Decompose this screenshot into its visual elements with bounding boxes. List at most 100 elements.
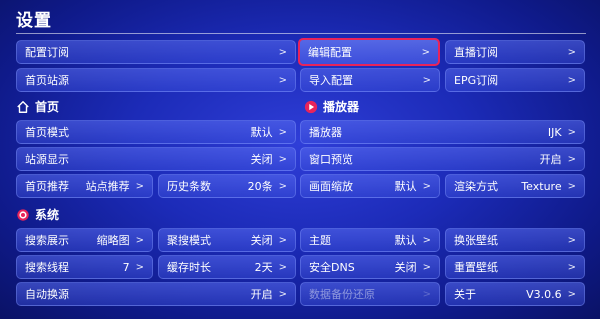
aggregate-search-value: 关闭 xyxy=(250,234,273,247)
search-display-value: 缩略图 xyxy=(96,234,130,247)
chevron-right-icon: > xyxy=(567,288,576,300)
chevron-right-icon: > xyxy=(278,46,287,58)
chevron-right-icon: > xyxy=(278,288,287,300)
reset-wallpaper-button[interactable]: 重置壁纸 > xyxy=(445,255,585,279)
live-sub-button[interactable]: 直播订阅 > xyxy=(445,40,585,64)
chevron-right-icon: > xyxy=(422,261,431,273)
chevron-right-icon: > xyxy=(567,261,576,273)
backup-restore-label: 数据备份还原 xyxy=(309,288,375,301)
safe-dns-label: 安全DNS xyxy=(309,261,355,274)
window-preview-label: 窗口预览 xyxy=(309,153,353,166)
chevron-right-icon: > xyxy=(135,234,144,246)
home-mode-label: 首页模式 xyxy=(25,126,69,139)
player-type-value: IJK xyxy=(547,125,562,139)
home-site-label: 首页站源 xyxy=(25,74,69,87)
history-count-label: 历史条数 xyxy=(167,180,211,193)
home-recommend-button[interactable]: 首页推荐 站点推荐 > xyxy=(16,174,153,198)
window-preview-button[interactable]: 窗口预览 开启 > xyxy=(300,147,585,171)
epg-sub-button[interactable]: EPG订阅 > xyxy=(445,68,585,92)
home-mode-value: 默认 xyxy=(250,126,273,139)
chevron-right-icon: > xyxy=(421,46,430,58)
home-site-button[interactable]: 首页站源 > xyxy=(16,68,296,92)
system-section-header: 系统 xyxy=(16,206,59,223)
cache-duration-value: 2天 xyxy=(254,261,273,274)
auto-switch-source-value: 开启 xyxy=(250,288,273,301)
player-section-header: 播放器 xyxy=(304,98,359,115)
about-label: 关于 xyxy=(454,288,476,301)
chevron-right-icon: > xyxy=(278,234,287,246)
about-button[interactable]: 关于 V3.0.6 > xyxy=(445,282,585,306)
page-title: 设置 xyxy=(16,11,52,31)
chevron-right-icon: > xyxy=(278,180,287,192)
player-type-button[interactable]: 播放器 IJK > xyxy=(300,120,585,144)
player-type-label: 播放器 xyxy=(309,126,342,139)
search-display-label: 搜索展示 xyxy=(25,234,69,247)
theme-value: 默认 xyxy=(394,234,417,247)
edit-config-label: 编辑配置 xyxy=(308,46,352,59)
app-version: V3.0.6 xyxy=(526,287,562,301)
chevron-right-icon: > xyxy=(567,153,576,165)
home-recommend-label: 首页推荐 xyxy=(25,180,69,193)
search-threads-label: 搜索线程 xyxy=(25,261,69,274)
config-sub-button[interactable]: 配置订阅 > xyxy=(16,40,296,64)
chevron-right-icon: > xyxy=(422,74,431,86)
picture-scale-label: 画面缩放 xyxy=(309,180,353,193)
theme-button[interactable]: 主题 默认 > xyxy=(300,228,440,252)
aggregate-search-button[interactable]: 聚搜模式 关闭 > xyxy=(158,228,296,252)
chevron-right-icon: > xyxy=(278,153,287,165)
chevron-right-icon: > xyxy=(567,126,576,138)
chevron-right-icon: > xyxy=(278,261,287,273)
home-recommend-value: 站点推荐 xyxy=(85,180,130,193)
play-icon xyxy=(304,100,318,113)
safe-dns-value: 关闭 xyxy=(394,261,417,274)
chevron-right-icon: > xyxy=(422,234,431,246)
import-config-button[interactable]: 导入配置 > xyxy=(300,68,440,92)
theme-label: 主题 xyxy=(309,234,331,247)
picture-scale-button[interactable]: 画面缩放 默认 > xyxy=(300,174,440,198)
chevron-right-icon: > xyxy=(135,180,144,192)
reset-wallpaper-label: 重置壁纸 xyxy=(454,261,498,274)
site-display-value: 关闭 xyxy=(250,153,273,166)
change-wallpaper-button[interactable]: 换张壁纸 > xyxy=(445,228,585,252)
home-section-title: 首页 xyxy=(35,100,60,114)
render-mode-button[interactable]: 渲染方式 Texture > xyxy=(445,174,585,198)
home-section-header: 首页 xyxy=(16,98,59,115)
change-wallpaper-label: 换张壁纸 xyxy=(454,234,498,247)
chevron-right-icon: > xyxy=(567,180,576,192)
search-threads-button[interactable]: 搜索线程 7 > xyxy=(16,255,153,279)
live-sub-label: 直播订阅 xyxy=(454,46,498,59)
player-section-title: 播放器 xyxy=(323,100,360,114)
history-count-value: 20条 xyxy=(247,180,273,193)
auto-switch-source-label: 自动换源 xyxy=(25,288,69,301)
title-divider xyxy=(16,33,586,34)
chevron-right-icon: > xyxy=(278,126,287,138)
backup-restore-button[interactable]: 数据备份还原 > xyxy=(300,282,440,306)
aggregate-search-label: 聚搜模式 xyxy=(167,234,211,247)
site-display-label: 站源显示 xyxy=(25,153,69,166)
chevron-right-icon: > xyxy=(567,234,576,246)
epg-sub-label: EPG订阅 xyxy=(454,74,499,87)
window-preview-value: 开启 xyxy=(539,153,562,166)
home-icon xyxy=(17,100,29,113)
chevron-right-icon: > xyxy=(422,180,431,192)
edit-config-button[interactable]: 编辑配置 > xyxy=(298,38,440,66)
chevron-right-icon: > xyxy=(278,74,287,86)
chevron-right-icon: > xyxy=(422,288,431,300)
chevron-right-icon: > xyxy=(567,74,576,86)
auto-switch-source-button[interactable]: 自动换源 开启 > xyxy=(16,282,296,306)
cache-duration-label: 缓存时长 xyxy=(167,261,211,274)
config-sub-label: 配置订阅 xyxy=(25,46,69,59)
safe-dns-button[interactable]: 安全DNS 关闭 > xyxy=(300,255,440,279)
cache-duration-button[interactable]: 缓存时长 2天 > xyxy=(158,255,296,279)
import-config-label: 导入配置 xyxy=(309,74,353,87)
render-mode-label: 渲染方式 xyxy=(454,180,498,193)
history-count-button[interactable]: 历史条数 20条 > xyxy=(158,174,296,198)
home-mode-button[interactable]: 首页模式 默认 > xyxy=(16,120,296,144)
chevron-right-icon: > xyxy=(567,46,576,58)
picture-scale-value: 默认 xyxy=(394,180,417,193)
search-threads-value: 7 xyxy=(122,260,130,274)
chevron-right-icon: > xyxy=(135,261,144,273)
site-display-button[interactable]: 站源显示 关闭 > xyxy=(16,147,296,171)
render-mode-value: Texture xyxy=(521,179,562,193)
search-display-button[interactable]: 搜索展示 缩略图 > xyxy=(16,228,153,252)
